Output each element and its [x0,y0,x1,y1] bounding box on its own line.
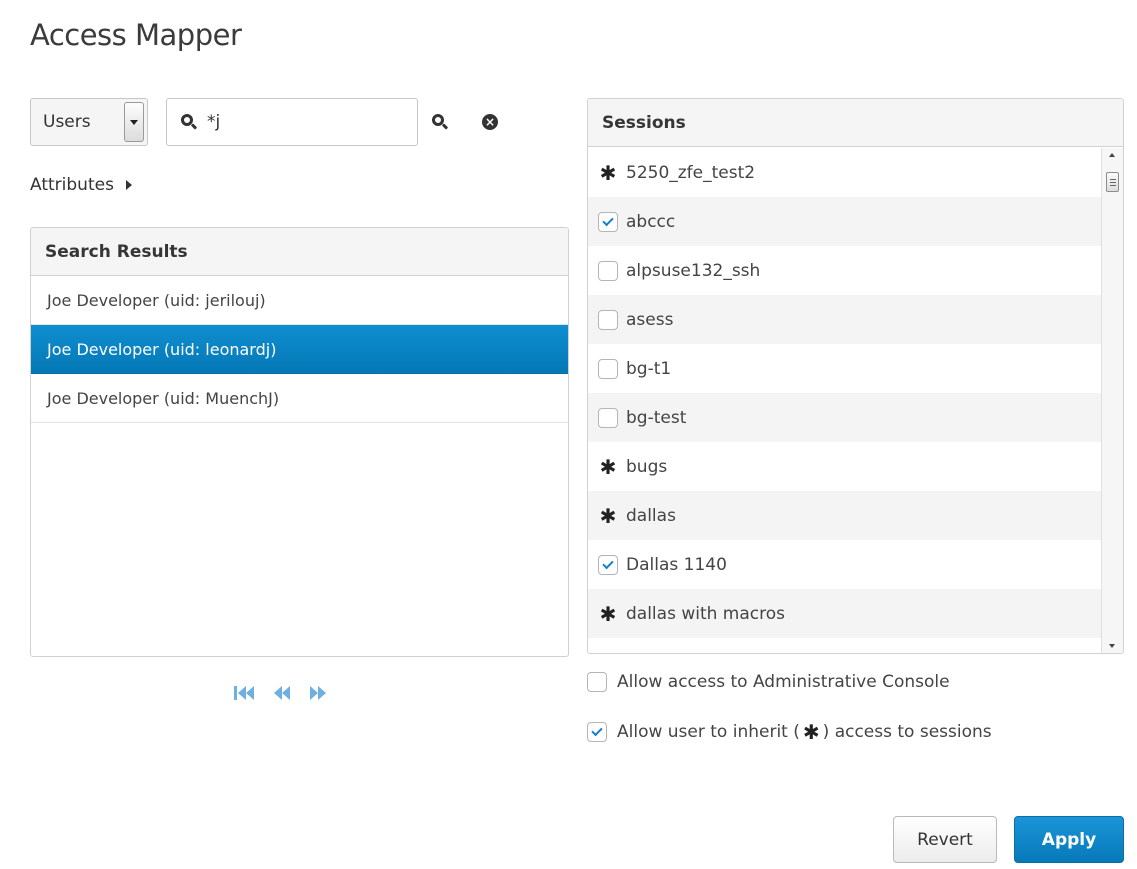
session-row[interactable]: ✱ 5250_zfe_test2 [588,148,1102,197]
session-label: asess [626,309,674,330]
search-button-icon[interactable] [432,114,449,130]
result-row[interactable]: Joe Developer (uid: jerilouj) [31,276,568,325]
revert-button[interactable]: Revert [893,816,997,863]
first-page-icon[interactable] [234,686,254,700]
inherit-label-start: Allow user to inherit ( [617,722,800,742]
session-checkbox[interactable] [598,260,618,281]
clear-search-icon[interactable]: × [482,114,498,130]
sessions-panel: Sessions ✱ 5250_zfe_test2abccc alpsuse132_… [587,98,1124,654]
search-type-value: Users [43,112,91,132]
session-label: dallas with macros [626,603,786,624]
inherit-label-end: ) access to sessions [822,722,992,742]
pager [234,686,326,700]
checkmark-icon [602,557,614,569]
session-row[interactable]: abccc [588,197,1102,246]
session-checkbox[interactable] [598,211,618,232]
session-row[interactable]: ✱ bugs [588,442,1102,491]
asterisk-icon: ✱ [599,503,617,528]
inherit-access-option[interactable]: Allow user to inherit ( ✱ ) access to se… [587,720,992,744]
session-label: bugs [626,456,668,477]
attributes-toggle[interactable]: Attributes [30,175,132,195]
asterisk-icon: ✱ [802,720,820,744]
page-title: Access Mapper [30,18,242,52]
session-label: dallas-ssh [626,653,711,654]
search-type-select[interactable]: Users [30,98,148,146]
inherit-access-checkbox[interactable] [587,722,607,742]
session-row[interactable]: ✱ dallas [588,491,1102,540]
attributes-label: Attributes [30,175,114,195]
sessions-header: Sessions [588,99,1123,147]
previous-page-icon[interactable] [274,686,290,700]
search-input[interactable] [207,112,407,132]
session-row[interactable]: Dallas 1140 [588,540,1102,589]
search-field[interactable] [166,98,418,146]
search-results-list: Joe Developer (uid: jerilouj) Joe Develop… [31,276,568,423]
scroll-down-icon[interactable] [1109,644,1115,648]
admin-console-option[interactable]: Allow access to Administrative Console [587,672,950,692]
sessions-scrollbar[interactable] [1101,148,1123,653]
session-row[interactable]: dallas-ssh [588,638,1102,654]
result-row[interactable]: Joe Developer (uid: leonardj) [31,325,568,374]
sessions-list: ✱ 5250_zfe_test2abccc alpsuse132_sshasess b… [588,148,1102,654]
chevron-down-icon[interactable] [124,102,144,142]
search-icon [181,114,198,130]
asterisk-icon: ✱ [599,160,617,185]
session-row[interactable]: ✱ dallas with macros [588,589,1102,638]
session-checkbox[interactable] [598,309,618,330]
apply-button[interactable]: Apply [1014,816,1124,863]
search-results-header: Search Results [31,228,568,276]
search-results-panel: Search Results Joe Developer (uid: jeril… [30,227,569,657]
session-label: 5250_zfe_test2 [626,162,756,183]
session-row[interactable]: asess [588,295,1102,344]
session-row[interactable]: alpsuse132_ssh [588,246,1102,295]
session-checkbox[interactable] [598,554,618,575]
session-row[interactable]: bg-test [588,393,1102,442]
session-label: bg-t1 [626,358,672,379]
session-label: abccc [626,211,676,232]
result-row[interactable]: Joe Developer (uid: MuenchJ) [31,374,568,423]
session-checkbox[interactable] [598,407,618,428]
admin-console-checkbox[interactable] [587,672,607,692]
session-label: alpsuse132_ssh [626,260,761,281]
session-checkbox[interactable] [598,652,618,653]
session-label: Dallas 1140 [626,554,727,575]
checkmark-icon [602,214,614,226]
checkmark-icon [591,724,603,737]
session-checkbox[interactable] [598,358,618,379]
asterisk-icon: ✱ [599,454,617,479]
admin-console-label: Allow access to Administrative Console [617,672,950,692]
asterisk-icon: ✱ [599,601,617,626]
caret-right-icon [125,180,132,190]
next-page-icon[interactable] [310,686,326,700]
scroll-up-icon[interactable] [1109,153,1115,157]
scroll-thumb[interactable] [1106,172,1119,192]
session-label: dallas [626,505,676,526]
session-row[interactable]: bg-t1 [588,344,1102,393]
session-label: bg-test [626,407,687,428]
